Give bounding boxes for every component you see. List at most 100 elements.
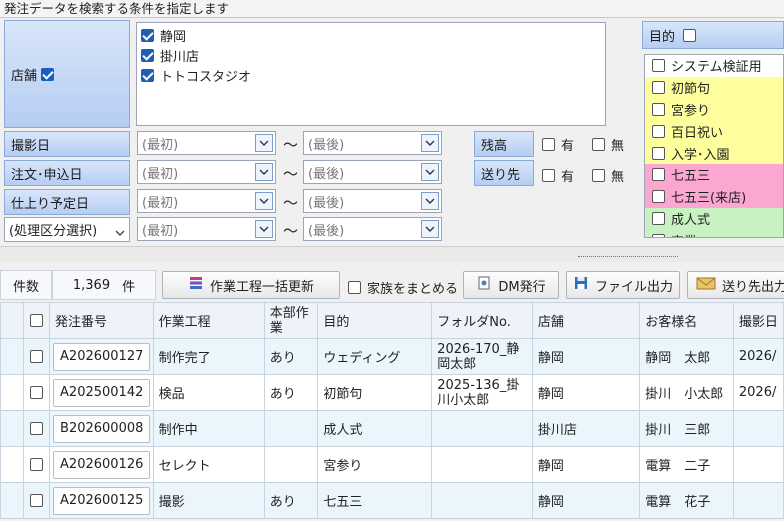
order-number-button[interactable]: A202600126 (53, 450, 150, 479)
destination-yes-checkbox[interactable] (542, 169, 555, 182)
column-header[interactable]: フォルダNo. (431, 302, 533, 339)
purpose-item[interactable]: 入学･入園 (645, 142, 783, 164)
chevron-down-icon[interactable] (421, 220, 439, 238)
purpose-label-box[interactable]: 目的 (642, 21, 784, 49)
table-row[interactable]: A202500142 検品 あり 初節句 2025-136_掛川小太郎 静岡 掛… (0, 374, 784, 411)
table-row[interactable]: A202600126 セレクト 宮参り 静岡 電算 二子 (0, 446, 784, 483)
order-date-label: 注文･申込日 (4, 160, 130, 186)
order-number-button[interactable]: A202500142 (53, 378, 150, 407)
purpose-cell: 七五三 (317, 482, 433, 519)
row-header[interactable] (0, 338, 25, 375)
store-all-checkbox[interactable] (41, 67, 55, 81)
destination-yes-option[interactable]: 有 (542, 166, 574, 185)
chevron-down-icon[interactable] (255, 192, 273, 210)
folder-cell: 2025-136_掛川小太郎 (431, 374, 533, 411)
row-checkbox[interactable] (30, 458, 44, 471)
column-header[interactable]: 本部作業 (263, 302, 319, 339)
customer-cell: 静岡 太郎 (639, 338, 734, 375)
chevron-down-icon (115, 226, 125, 241)
finish-date-to[interactable]: (最後) (303, 189, 442, 213)
save-icon (573, 275, 589, 295)
chevron-down-icon[interactable] (421, 134, 439, 152)
table-row[interactable]: A202600125 撮影 あり 七五三 静岡 電算 花子 (0, 482, 784, 519)
row-header[interactable] (0, 446, 25, 483)
range-separator: ～ (283, 136, 299, 154)
purpose-item[interactable]: 七五三(来店) (645, 185, 783, 208)
process-date-from[interactable]: (最初) (137, 217, 276, 241)
balance-yes-checkbox[interactable] (542, 138, 555, 151)
chevron-down-icon[interactable] (255, 134, 273, 152)
shoot-date-cell: 2026/ (732, 374, 784, 411)
chevron-down-icon[interactable] (421, 163, 439, 181)
store-label-box[interactable]: 店舗 (4, 20, 130, 128)
store-checkbox[interactable] (141, 48, 154, 62)
table-row[interactable]: A202600127 制作完了 あり ウェディング 2026-170_静岡太郎 … (0, 338, 784, 375)
process-type-select[interactable]: (処理区分選択) (4, 217, 130, 242)
file-output-button[interactable]: ファイル出力 (566, 271, 680, 299)
destination-no-option[interactable]: 無 (592, 166, 624, 185)
destination-output-button[interactable]: 送り先出力 (687, 271, 784, 299)
order-date-from[interactable]: (最初) (137, 160, 276, 184)
store-checkbox[interactable] (141, 68, 154, 82)
process-date-to[interactable]: (最後) (303, 217, 442, 241)
chevron-down-icon[interactable] (255, 220, 273, 238)
dm-issue-button[interactable]: DM発行 (463, 271, 559, 299)
row-checkbox[interactable] (30, 350, 44, 363)
purpose-item[interactable]: 初節句 (645, 76, 783, 99)
table-row[interactable]: B202600008 制作中 成人式 掛川店 掛川 三郎 (0, 410, 784, 447)
order-table: 発注番号 作業工程 本部作業 目的 フォルダNo. 店舗 お客様名 撮影日 A2… (0, 302, 784, 519)
order-number-button[interactable]: A202600125 (53, 486, 150, 515)
purpose-item[interactable]: システム検証用 (645, 55, 783, 77)
destination-no-checkbox[interactable] (592, 169, 605, 182)
column-header[interactable]: 作業工程 (152, 302, 265, 339)
order-number-button[interactable]: A202600127 (53, 342, 150, 371)
row-header-corner (0, 302, 25, 339)
select-all-cell[interactable] (23, 302, 51, 339)
bulk-update-button[interactable]: 作業工程一括更新 (162, 271, 340, 299)
purpose-item[interactable]: 宮参り (645, 98, 783, 121)
row-checkbox[interactable] (30, 494, 44, 507)
store-label: 店舗 (11, 68, 38, 84)
purpose-item[interactable]: 成人式 (645, 207, 783, 230)
column-header[interactable]: 撮影日 (732, 302, 784, 339)
hq-cell: あり (263, 374, 319, 411)
family-group-checkbox[interactable] (348, 281, 361, 294)
row-checkbox[interactable] (30, 422, 44, 435)
column-header[interactable]: お客様名 (639, 302, 734, 339)
purpose-item[interactable]: 七五三 (645, 163, 783, 186)
order-number-button[interactable]: B202600008 (53, 414, 150, 443)
store-item-totoko[interactable]: トトコスタジオ (141, 65, 251, 85)
family-group-option[interactable]: 家族をまとめる (348, 278, 458, 297)
order-date-to[interactable]: (最後) (303, 160, 442, 184)
hq-cell: あり (263, 482, 319, 519)
store-checkbox[interactable] (141, 28, 154, 42)
row-header[interactable] (0, 410, 25, 447)
store-item-kakegawa[interactable]: 掛川店 (141, 45, 199, 65)
store-name: 静岡 (160, 29, 187, 45)
select-all-checkbox[interactable] (30, 314, 44, 327)
splitter-bar[interactable] (0, 246, 784, 262)
shoot-date-cell (732, 410, 784, 447)
shoot-date-from[interactable]: (最初) (137, 131, 276, 155)
range-separator: ～ (283, 165, 299, 183)
balance-no-option[interactable]: 無 (592, 135, 624, 154)
purpose-all-checkbox[interactable] (683, 28, 697, 42)
store-item-shizuoka[interactable]: 静岡 (141, 25, 186, 45)
shoot-date-to[interactable]: (最後) (303, 131, 442, 155)
row-header[interactable] (0, 374, 25, 411)
count-unit: 件 (122, 279, 136, 295)
column-header[interactable]: 発注番号 (49, 302, 154, 339)
chevron-down-icon[interactable] (255, 163, 273, 181)
chevron-down-icon[interactable] (421, 192, 439, 210)
column-header[interactable]: 店舗 (531, 302, 641, 339)
row-checkbox[interactable] (30, 386, 44, 399)
purpose-cell: 成人式 (317, 410, 433, 447)
finish-date-label: 仕上り予定日 (4, 189, 130, 215)
purpose-item[interactable]: 卒業 (645, 229, 783, 237)
purpose-item[interactable]: 百日祝い (645, 120, 783, 143)
column-header[interactable]: 目的 (317, 302, 433, 339)
row-header[interactable] (0, 482, 25, 519)
balance-yes-option[interactable]: 有 (542, 135, 574, 154)
balance-no-checkbox[interactable] (592, 138, 605, 151)
finish-date-from[interactable]: (最初) (137, 189, 276, 213)
